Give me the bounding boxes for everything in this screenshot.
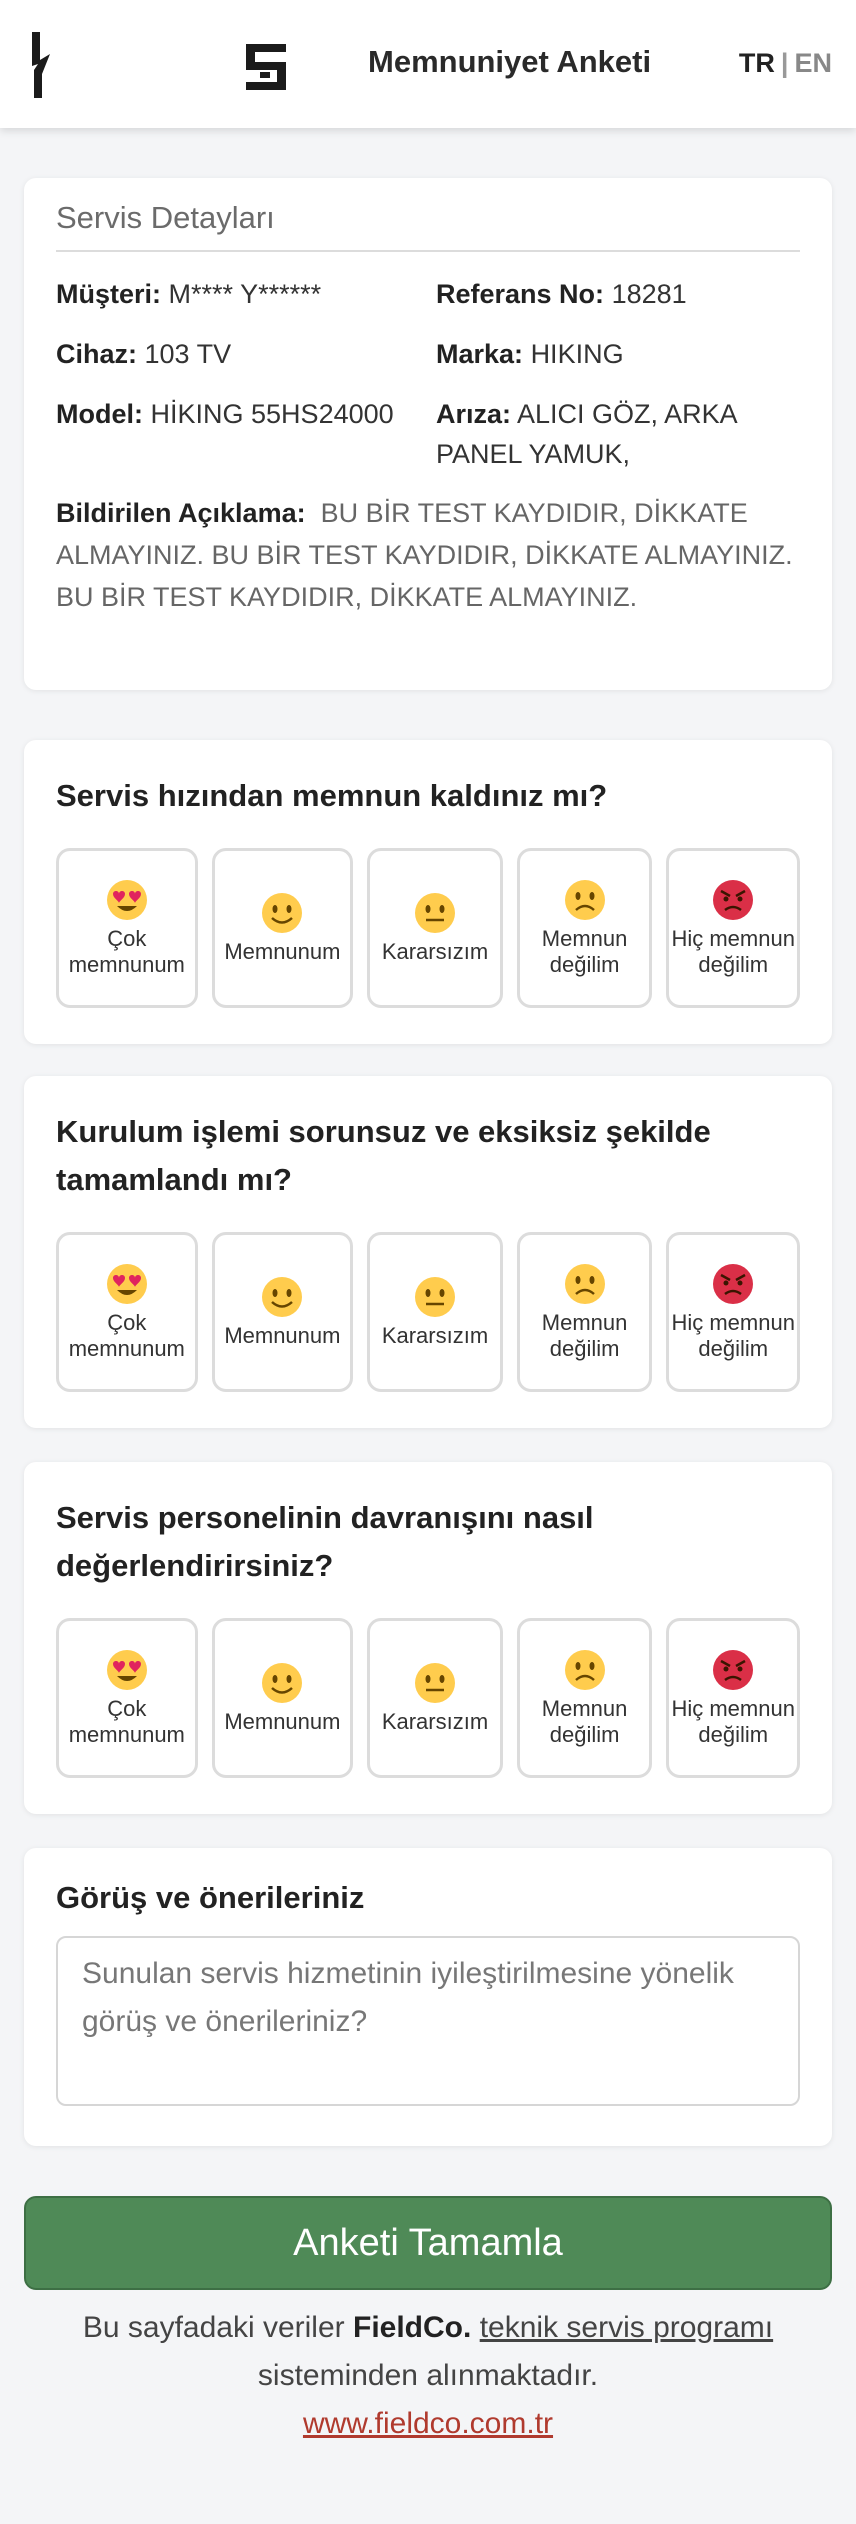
- model-label: Model:: [56, 399, 143, 429]
- rating-option-neutral[interactable]: Kararsızım: [367, 1618, 503, 1778]
- heart-eyes-emoji-icon: [106, 880, 147, 920]
- frown-emoji-icon: [564, 880, 605, 920]
- rating-option-neutral[interactable]: Kararsızım: [367, 1232, 503, 1392]
- smile-emoji-icon: [262, 1663, 303, 1703]
- device-label: Cihaz:: [56, 339, 137, 369]
- neutral-emoji-icon: [414, 893, 455, 933]
- neutral-emoji-icon: [414, 1663, 455, 1703]
- rating-option-satisfied[interactable]: Memnunum: [211, 1618, 354, 1778]
- rating-options: Çok memnunum Memnunum Kararsızım Memnun …: [56, 1232, 801, 1392]
- option-label: Memnunum: [224, 1323, 341, 1348]
- question-title: Servis hızından memnun kaldınız mı?: [56, 778, 608, 813]
- option-label: Hiç memnun değilim: [671, 926, 795, 977]
- customer-value: M**** Y******: [168, 279, 322, 309]
- footer-text-2: sisteminden alınmaktadır.: [257, 2359, 599, 2392]
- footer-text-1: Bu sayfadaki veriler: [82, 2311, 345, 2344]
- option-label: Çok memnunum: [68, 926, 185, 977]
- option-label: Hiç memnun değilim: [671, 1310, 795, 1361]
- customer-label: Müşteri:: [56, 279, 162, 309]
- reference-label: Referans No:: [436, 279, 605, 309]
- footer-website-link[interactable]: www.fieldco.com.tr: [303, 2407, 553, 2440]
- footer-brand: FieldCo.: [353, 2311, 472, 2344]
- reference-field: Referans No: 18281: [436, 274, 798, 314]
- frown-emoji-icon: [564, 1264, 605, 1304]
- model-field: Model: HİKING 55HS24000: [56, 394, 436, 474]
- brand-logo-icon[interactable]: [28, 30, 58, 100]
- rating-option-dissatisfied[interactable]: Memnun değilim: [516, 1232, 653, 1392]
- option-label: Kararsızım: [381, 939, 489, 964]
- option-label: Memnunum: [224, 939, 341, 964]
- rating-option-satisfied[interactable]: Memnunum: [211, 848, 354, 1008]
- option-label: Çok memnunum: [68, 1310, 185, 1361]
- angry-emoji-icon: [713, 1650, 754, 1690]
- service-details-card: Servis Detayları Müşteri: M**** Y****** …: [24, 178, 832, 690]
- frown-emoji-icon: [564, 1650, 605, 1690]
- device-field: Cihaz: 103 TV: [56, 334, 436, 374]
- service-details-title: Servis Detayları: [56, 200, 800, 252]
- page-title: Memnuniyet Anketi: [368, 44, 652, 79]
- fieldco-logo-icon[interactable]: [246, 44, 286, 90]
- device-value: 103 TV: [144, 339, 232, 369]
- smile-emoji-icon: [262, 893, 303, 933]
- smile-emoji-icon: [262, 1277, 303, 1317]
- option-label: Kararsızım: [381, 1709, 489, 1734]
- option-label: Memnun değilim: [541, 1696, 628, 1747]
- option-label: Memnunum: [224, 1709, 341, 1734]
- description-label: Bildirilen Açıklama:: [56, 498, 306, 528]
- model-value: HİKING 55HS24000: [150, 399, 394, 429]
- rating-option-very-satisfied[interactable]: Çok memnunum: [56, 1618, 198, 1778]
- brand-label: Marka:: [436, 339, 524, 369]
- option-label: Kararsızım: [381, 1323, 489, 1348]
- lang-separator: |: [780, 48, 789, 78]
- neutral-emoji-icon: [414, 1277, 455, 1317]
- rating-option-dissatisfied[interactable]: Memnun değilim: [516, 1618, 653, 1778]
- brand-value: HIKING: [530, 339, 624, 369]
- heart-eyes-emoji-icon: [106, 1650, 147, 1690]
- fault-field: Arıza: ALICI GÖZ, ARKA PANEL YAMUK,: [436, 394, 798, 474]
- question-title: Kurulum işlemi sorunsuz ve eksiksiz şeki…: [56, 1114, 711, 1197]
- option-label: Memnun değilim: [541, 926, 628, 977]
- rating-option-very-dissatisfied[interactable]: Hiç memnun değilim: [666, 1618, 801, 1778]
- footer-note: Bu sayfadaki veriler FieldCo. teknik ser…: [24, 2304, 832, 2448]
- rating-option-very-dissatisfied[interactable]: Hiç memnun değilim: [666, 848, 801, 1008]
- question-card-staff: Servis personelinin davranışını nasıl de…: [24, 1462, 832, 1814]
- footer-program-link[interactable]: teknik servis programı: [480, 2311, 773, 2344]
- feedback-title: Görüş ve önerileriniz: [56, 1880, 365, 1915]
- option-label: Çok memnunum: [68, 1696, 185, 1747]
- rating-option-neutral[interactable]: Kararsızım: [367, 848, 503, 1008]
- feedback-textarea[interactable]: [56, 1936, 800, 2106]
- question-title: Servis personelinin davranışını nasıl de…: [56, 1500, 594, 1583]
- heart-eyes-emoji-icon: [106, 1264, 147, 1304]
- feedback-card: Görüş ve önerileriniz: [24, 1848, 832, 2146]
- customer-field: Müşteri: M**** Y******: [56, 274, 436, 314]
- question-card-speed: Servis hızından memnun kaldınız mı? Çok …: [24, 740, 832, 1044]
- fault-label: Arıza:: [436, 399, 512, 429]
- rating-option-dissatisfied[interactable]: Memnun değilim: [516, 848, 653, 1008]
- rating-option-very-satisfied[interactable]: Çok memnunum: [56, 1232, 198, 1392]
- reference-value: 18281: [611, 279, 687, 309]
- lang-tr-link[interactable]: TR: [739, 48, 775, 78]
- option-label: Memnun değilim: [541, 1310, 628, 1361]
- complete-survey-button[interactable]: Anketi Tamamla: [24, 2196, 832, 2290]
- brand-field: Marka: HIKING: [436, 334, 798, 374]
- rating-option-satisfied[interactable]: Memnunum: [211, 1232, 354, 1392]
- lang-en-link[interactable]: EN: [794, 48, 832, 78]
- rating-option-very-dissatisfied[interactable]: Hiç memnun değilim: [666, 1232, 801, 1392]
- angry-emoji-icon: [713, 1264, 754, 1304]
- rating-options: Çok memnunum Memnunum Kararsızım Memnun …: [56, 848, 801, 1008]
- description-field: Bildirilen Açıklama: BU BİR TEST KAYDIDI…: [56, 492, 800, 618]
- rating-options: Çok memnunum Memnunum Kararsızım Memnun …: [56, 1618, 801, 1778]
- question-card-installation: Kurulum işlemi sorunsuz ve eksiksiz şeki…: [24, 1076, 832, 1428]
- top-header: Memnuniyet Anketi TR | EN: [0, 0, 856, 128]
- angry-emoji-icon: [713, 880, 754, 920]
- option-label: Hiç memnun değilim: [671, 1696, 795, 1747]
- rating-option-very-satisfied[interactable]: Çok memnunum: [56, 848, 198, 1008]
- language-switcher: TR | EN: [739, 48, 832, 79]
